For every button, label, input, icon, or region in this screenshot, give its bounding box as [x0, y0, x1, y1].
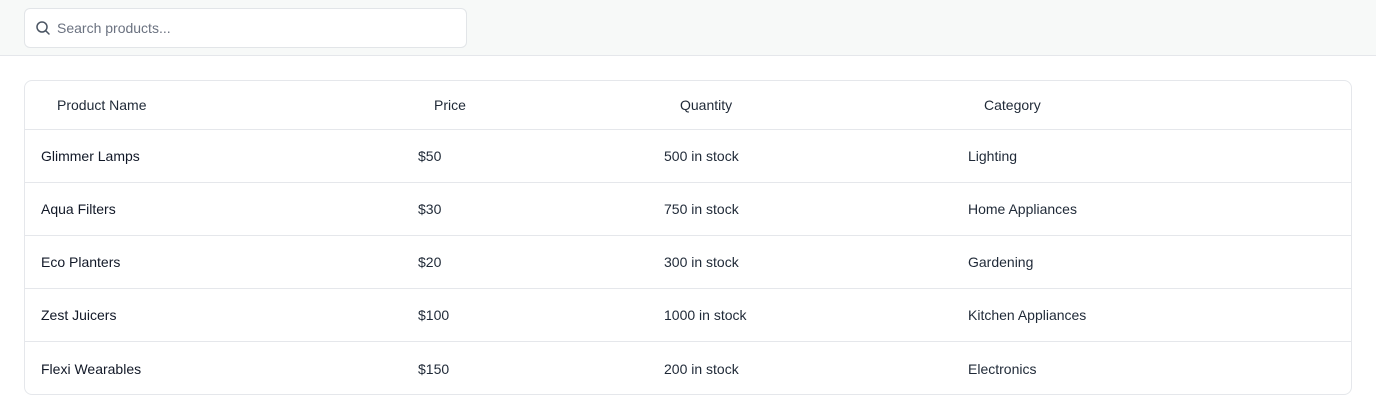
table-row[interactable]: Aqua Filters $30 750 in stock Home Appli… [25, 183, 1351, 236]
price-cell: $150 [418, 360, 450, 377]
search-input[interactable] [57, 9, 457, 47]
column-header-price[interactable]: Price [434, 81, 466, 129]
category-cell: Lighting [968, 148, 1018, 164]
product-name-cell: Eco Planters [41, 254, 121, 270]
table-row[interactable]: Eco Planters $20 300 in stock Gardening [25, 236, 1351, 289]
quantity-cell: 1000 in stock [664, 307, 747, 323]
quantity-cell: 200 in stock [664, 360, 739, 377]
table-row[interactable]: Zest Juicers $100 1000 in stock Kitchen … [25, 289, 1351, 342]
category-cell: Home Appliances [968, 201, 1077, 217]
quantity-cell: 750 in stock [664, 201, 739, 217]
price-cell: $30 [418, 201, 442, 217]
category-cell: Gardening [968, 254, 1034, 270]
table-header-row: Product Name Price Quantity Category [25, 81, 1351, 130]
column-header-product-name[interactable]: Product Name [57, 81, 146, 129]
product-name-cell: Zest Juicers [41, 307, 117, 323]
table-row[interactable]: Flexi Wearables $150 200 in stock Electr… [25, 342, 1351, 394]
products-table: Product Name Price Quantity Category Gli… [24, 80, 1352, 395]
quantity-cell: 300 in stock [664, 254, 739, 270]
quantity-cell: 500 in stock [664, 148, 739, 164]
product-name-cell: Flexi Wearables [41, 360, 142, 377]
price-cell: $50 [418, 148, 442, 164]
column-header-category[interactable]: Category [984, 81, 1041, 129]
category-cell: Kitchen Appliances [968, 307, 1087, 323]
search-box[interactable] [24, 8, 467, 48]
top-bar [0, 0, 1376, 56]
price-cell: $20 [418, 254, 442, 270]
category-cell: Electronics [968, 360, 1037, 377]
table-row[interactable]: Glimmer Lamps $50 500 in stock Lighting [25, 130, 1351, 183]
product-name-cell: Glimmer Lamps [41, 148, 140, 164]
search-icon [35, 20, 51, 36]
price-cell: $100 [418, 307, 450, 323]
column-header-quantity[interactable]: Quantity [680, 81, 732, 129]
product-name-cell: Aqua Filters [41, 201, 116, 217]
